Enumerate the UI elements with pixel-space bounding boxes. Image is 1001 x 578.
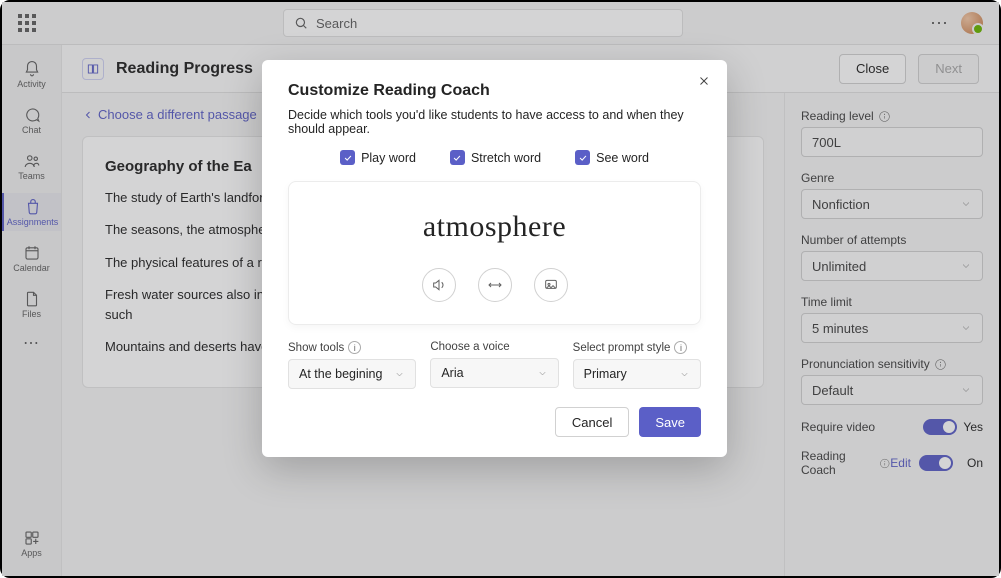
play-word-button[interactable] — [422, 268, 456, 302]
checkbox-see-word[interactable]: See word — [575, 150, 649, 165]
info-icon: i — [674, 341, 687, 354]
close-icon[interactable] — [697, 74, 711, 93]
stretch-word-button[interactable] — [478, 268, 512, 302]
chevron-down-icon — [960, 260, 972, 272]
bell-icon — [22, 59, 42, 79]
show-tools-select[interactable]: At the begining — [288, 359, 416, 389]
reading-coach-edit[interactable]: Edit — [890, 456, 911, 470]
save-button[interactable]: Save — [639, 407, 701, 437]
customize-reading-coach-modal: Customize Reading Coach Decide which too… — [262, 60, 727, 457]
rail-label: Assignments — [7, 217, 59, 227]
modal-title: Customize Reading Coach — [288, 82, 701, 100]
preview-card: atmosphere — [288, 181, 701, 325]
require-video-label: Require video — [801, 420, 875, 434]
assignments-icon — [23, 197, 43, 217]
info-icon — [934, 358, 947, 371]
checkbox-play-word[interactable]: Play word — [340, 150, 416, 165]
calendar-icon — [22, 243, 42, 263]
app-rail: Activity Chat Teams Assignments Calendar… — [2, 45, 62, 576]
modal-subtitle: Decide which tools you'd like students t… — [288, 108, 701, 136]
choose-voice-label: Choose a voice — [430, 341, 558, 353]
attempts-label: Number of attempts — [801, 233, 983, 247]
genre-select[interactable]: Nonfiction — [801, 189, 983, 219]
rail-more-icon[interactable]: ⋯ — [23, 333, 40, 353]
pron-select[interactable]: Default — [801, 375, 983, 405]
reading-level-input[interactable]: 700L — [801, 127, 983, 157]
chevron-down-icon — [394, 369, 405, 380]
show-tools-label: Show toolsi — [288, 341, 416, 354]
rail-item-chat[interactable]: Chat — [2, 101, 61, 139]
rail-item-calendar[interactable]: Calendar — [2, 239, 61, 277]
rail-label: Files — [22, 309, 41, 319]
search-icon — [294, 16, 308, 30]
rail-item-files[interactable]: Files — [2, 285, 61, 323]
prompt-style-select[interactable]: Primary — [573, 359, 701, 389]
search-placeholder: Search — [316, 16, 357, 31]
checkbox-checked-icon — [340, 150, 355, 165]
reading-coach-toggle[interactable] — [919, 455, 953, 471]
rail-label: Calendar — [13, 263, 50, 273]
chevron-left-icon — [82, 109, 94, 121]
chat-icon — [22, 105, 42, 125]
chevron-down-icon — [960, 384, 972, 396]
rail-item-teams[interactable]: Teams — [2, 147, 61, 185]
rail-item-assignments[interactable]: Assignments — [2, 193, 61, 231]
rail-label: Activity — [17, 79, 46, 89]
rail-label: Apps — [21, 548, 42, 558]
next-button[interactable]: Next — [918, 54, 979, 84]
chevron-down-icon — [960, 322, 972, 334]
rail-label: Chat — [22, 125, 41, 135]
attempts-select[interactable]: Unlimited — [801, 251, 983, 281]
choose-voice-select[interactable]: Aria — [430, 358, 558, 388]
see-word-button[interactable] — [534, 268, 568, 302]
pron-label: Pronunciation sensitivity — [801, 357, 983, 371]
more-icon[interactable]: ⋯ — [930, 13, 949, 34]
require-video-toggle[interactable] — [923, 419, 957, 435]
rail-label: Teams — [18, 171, 45, 181]
timelimit-label: Time limit — [801, 295, 983, 309]
info-icon — [878, 110, 891, 123]
chevron-down-icon — [960, 198, 972, 210]
reading-progress-icon — [82, 58, 104, 80]
reading-coach-label: Reading Coach — [801, 449, 890, 477]
checkbox-checked-icon — [575, 150, 590, 165]
avatar[interactable] — [961, 12, 983, 34]
chevron-down-icon — [537, 368, 548, 379]
genre-label: Genre — [801, 171, 983, 185]
timelimit-select[interactable]: 5 minutes — [801, 313, 983, 343]
preview-word: atmosphere — [423, 210, 566, 244]
info-icon: i — [348, 341, 361, 354]
settings-panel: Reading level 700L Genre Nonfiction Numb… — [784, 93, 999, 576]
cancel-button[interactable]: Cancel — [555, 407, 629, 437]
file-icon — [22, 289, 42, 309]
checkbox-checked-icon — [450, 150, 465, 165]
app-launcher-icon[interactable] — [18, 14, 36, 32]
page-title: Reading Progress — [116, 60, 253, 78]
reading-level-label: Reading level — [801, 109, 983, 123]
apps-icon — [22, 528, 42, 548]
rail-item-apps[interactable]: Apps — [2, 524, 61, 562]
rail-item-activity[interactable]: Activity — [2, 55, 61, 93]
teams-icon — [22, 151, 42, 171]
prompt-style-label: Select prompt stylei — [573, 341, 701, 354]
search-input[interactable]: Search — [283, 9, 683, 37]
close-button[interactable]: Close — [839, 54, 906, 84]
chevron-down-icon — [679, 369, 690, 380]
checkbox-stretch-word[interactable]: Stretch word — [450, 150, 541, 165]
info-icon — [879, 457, 891, 470]
